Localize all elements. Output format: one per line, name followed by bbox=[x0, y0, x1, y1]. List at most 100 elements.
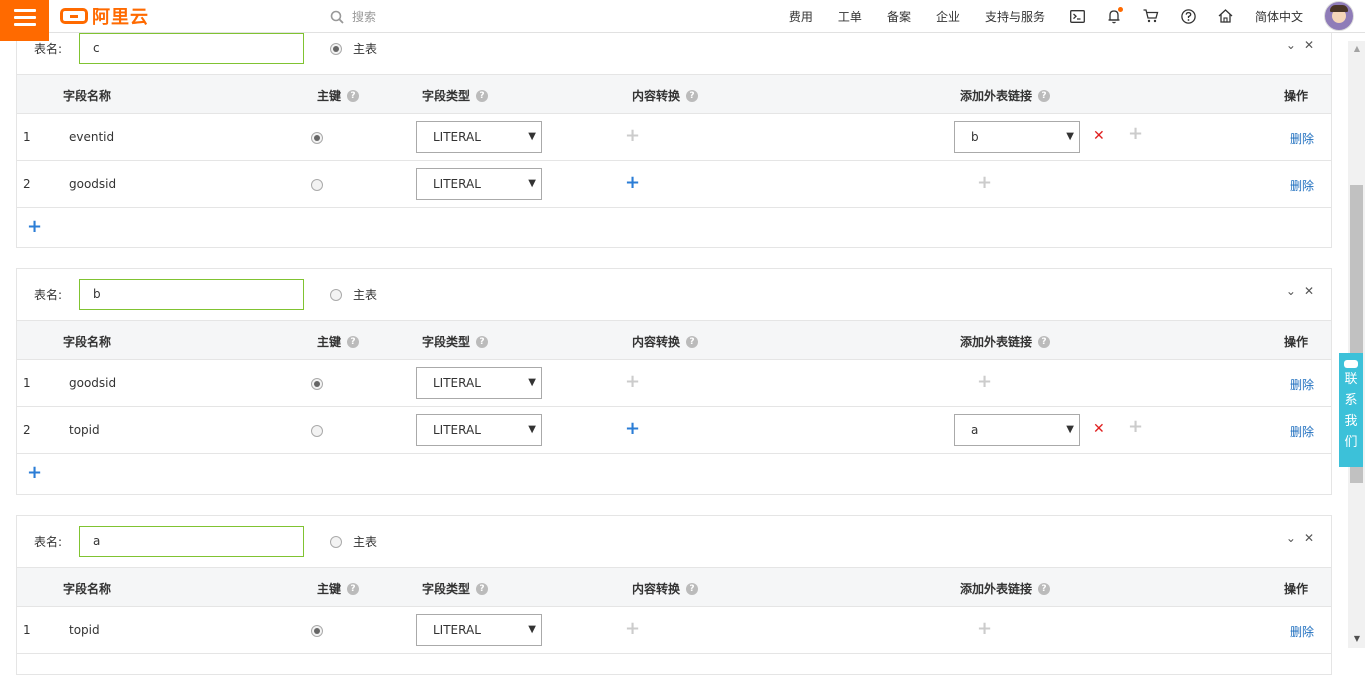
delete-link[interactable]: 删除 bbox=[1290, 376, 1314, 393]
table-name-input[interactable]: b bbox=[79, 279, 304, 310]
panel-header: 表名: a 主表 ⌄ ✕ bbox=[17, 516, 1331, 567]
nav-billing[interactable]: 费用 bbox=[789, 8, 813, 25]
add-foreign-link-icon[interactable]: + bbox=[1128, 125, 1143, 143]
help-icon[interactable]: ? bbox=[1038, 582, 1051, 595]
col-field-type: 字段类型? bbox=[422, 580, 489, 597]
nav-enterprise[interactable]: 企业 bbox=[936, 8, 960, 25]
master-table-radio[interactable] bbox=[330, 288, 342, 301]
add-foreign-link-icon[interactable]: + bbox=[1128, 418, 1143, 436]
col-field-type: 字段类型? bbox=[422, 87, 489, 104]
help-icon[interactable]: ? bbox=[686, 89, 699, 102]
terminal-icon[interactable] bbox=[1070, 9, 1085, 23]
contact-us-tab[interactable]: 联系我们 bbox=[1339, 353, 1363, 467]
chevron-down-icon[interactable]: ⌄ bbox=[1286, 531, 1296, 545]
close-icon[interactable]: ✕ bbox=[1304, 38, 1314, 52]
close-icon[interactable]: ✕ bbox=[1304, 531, 1314, 545]
nav-support[interactable]: 支持与服务 bbox=[985, 8, 1045, 25]
field-type-select[interactable]: LITERAL ▼ bbox=[416, 367, 542, 399]
add-foreign-link-icon[interactable]: + bbox=[977, 174, 992, 192]
cart-icon[interactable] bbox=[1143, 9, 1159, 23]
column-header-row: 字段名称 主键? 字段类型? 内容转换? 添加外表链接? 操作 bbox=[17, 74, 1331, 114]
user-avatar[interactable] bbox=[1324, 1, 1354, 31]
panel-controls: ⌄ ✕ bbox=[1286, 38, 1314, 52]
table-panel-a: 表名: a 主表 ⌄ ✕ 字段名称 主键? 字段类型? 内容转换? 添加外表链接… bbox=[16, 515, 1332, 675]
help-icon[interactable]: ? bbox=[686, 335, 699, 348]
hamburger-menu-button[interactable] bbox=[0, 0, 49, 41]
add-field-row: + bbox=[17, 208, 1331, 246]
help-icon[interactable]: ? bbox=[476, 582, 489, 595]
notification-dot bbox=[1117, 6, 1123, 12]
remove-foreign-link-icon[interactable]: ✕ bbox=[1093, 421, 1105, 437]
add-content-convert-icon[interactable]: + bbox=[625, 373, 640, 391]
add-field-icon[interactable]: + bbox=[27, 464, 42, 482]
home-icon[interactable] bbox=[1218, 9, 1233, 23]
help-icon[interactable]: ? bbox=[476, 335, 489, 348]
add-content-convert-icon[interactable]: + bbox=[625, 420, 640, 438]
contact-us-label: 联系我们 bbox=[1344, 372, 1358, 450]
nav-items: 费用 工单 备案 企业 支持与服务 简体中文 bbox=[789, 0, 1365, 32]
scroll-up-arrow-icon[interactable]: ▲ bbox=[1354, 44, 1360, 53]
foreign-table-select[interactable]: b ▼ bbox=[954, 121, 1080, 153]
add-content-convert-icon[interactable]: + bbox=[625, 174, 640, 192]
nav-icp-filing[interactable]: 备案 bbox=[887, 8, 911, 25]
bell-icon[interactable] bbox=[1107, 6, 1123, 24]
primary-key-radio[interactable] bbox=[311, 179, 323, 191]
dropdown-arrow-icon: ▼ bbox=[528, 131, 536, 142]
add-foreign-link-icon[interactable]: + bbox=[977, 373, 992, 391]
col-content-convert: 内容转换? bbox=[632, 580, 699, 597]
delete-link[interactable]: 删除 bbox=[1290, 130, 1314, 147]
field-type-select[interactable]: LITERAL ▼ bbox=[416, 168, 542, 200]
field-type-select[interactable]: LITERAL ▼ bbox=[416, 614, 542, 646]
field-type-select[interactable]: LITERAL ▼ bbox=[416, 121, 542, 153]
chevron-down-icon[interactable]: ⌄ bbox=[1286, 284, 1296, 298]
help-icon[interactable]: ? bbox=[347, 582, 360, 595]
add-field-icon[interactable]: + bbox=[27, 218, 42, 236]
add-field-row: + bbox=[17, 454, 1331, 492]
panel-header: 表名: b 主表 ⌄ ✕ bbox=[17, 269, 1331, 320]
row-index: 1 bbox=[23, 623, 31, 637]
delete-link[interactable]: 删除 bbox=[1290, 177, 1314, 194]
field-type-select[interactable]: LITERAL ▼ bbox=[416, 414, 542, 446]
column-header-row: 字段名称 主键? 字段类型? 内容转换? 添加外表链接? 操作 bbox=[17, 320, 1331, 360]
delete-link[interactable]: 删除 bbox=[1290, 623, 1314, 640]
table-row: 1 eventid LITERAL ▼ + b ▼ ✕ + 删除 bbox=[17, 114, 1331, 161]
table-name-input[interactable]: a bbox=[79, 526, 304, 557]
table-panel-b: 表名: b 主表 ⌄ ✕ 字段名称 主键? 字段类型? 内容转换? 添加外表链接… bbox=[16, 268, 1332, 495]
field-name: eventid bbox=[69, 130, 115, 144]
primary-key-radio[interactable] bbox=[311, 425, 323, 437]
master-table-label: 主表 bbox=[353, 535, 378, 549]
logo-mark-icon bbox=[60, 8, 88, 24]
chevron-down-icon[interactable]: ⌄ bbox=[1286, 38, 1296, 52]
aliyun-logo[interactable]: 阿里云 bbox=[60, 5, 149, 28]
add-content-convert-icon[interactable]: + bbox=[625, 620, 640, 638]
help-icon[interactable]: ? bbox=[686, 582, 699, 595]
primary-key-radio[interactable] bbox=[311, 132, 323, 144]
help-icon[interactable]: ? bbox=[1038, 89, 1051, 102]
nav-tickets[interactable]: 工单 bbox=[838, 8, 862, 25]
help-icon[interactable]: ? bbox=[476, 89, 489, 102]
help-icon[interactable]: ? bbox=[347, 89, 360, 102]
add-foreign-link-icon[interactable]: + bbox=[977, 620, 992, 638]
master-table-radio[interactable] bbox=[330, 42, 342, 55]
primary-key-radio[interactable] bbox=[311, 378, 323, 390]
language-switch[interactable]: 简体中文 bbox=[1255, 8, 1303, 25]
master-table-option[interactable]: 主表 bbox=[330, 286, 377, 303]
help-icon[interactable]: ? bbox=[347, 335, 360, 348]
master-table-option[interactable]: 主表 bbox=[330, 40, 377, 57]
scroll-down-arrow-icon[interactable]: ▼ bbox=[1354, 634, 1360, 643]
col-action: 操作 bbox=[1283, 89, 1308, 103]
add-content-convert-icon[interactable]: + bbox=[625, 127, 640, 145]
primary-key-radio[interactable] bbox=[311, 625, 323, 637]
master-table-radio[interactable] bbox=[330, 535, 342, 548]
help-icon[interactable]: ? bbox=[1038, 335, 1051, 348]
delete-link[interactable]: 删除 bbox=[1290, 423, 1314, 440]
search-box[interactable]: 搜索 bbox=[330, 8, 376, 25]
table-name-input[interactable]: c bbox=[79, 33, 304, 64]
help-circle-icon[interactable] bbox=[1181, 8, 1196, 24]
foreign-table-select[interactable]: a ▼ bbox=[954, 414, 1080, 446]
master-table-option[interactable]: 主表 bbox=[330, 533, 377, 550]
dropdown-arrow-icon: ▼ bbox=[1066, 424, 1074, 435]
close-icon[interactable]: ✕ bbox=[1304, 284, 1314, 298]
remove-foreign-link-icon[interactable]: ✕ bbox=[1093, 128, 1105, 144]
col-content-convert: 内容转换? bbox=[632, 87, 699, 104]
